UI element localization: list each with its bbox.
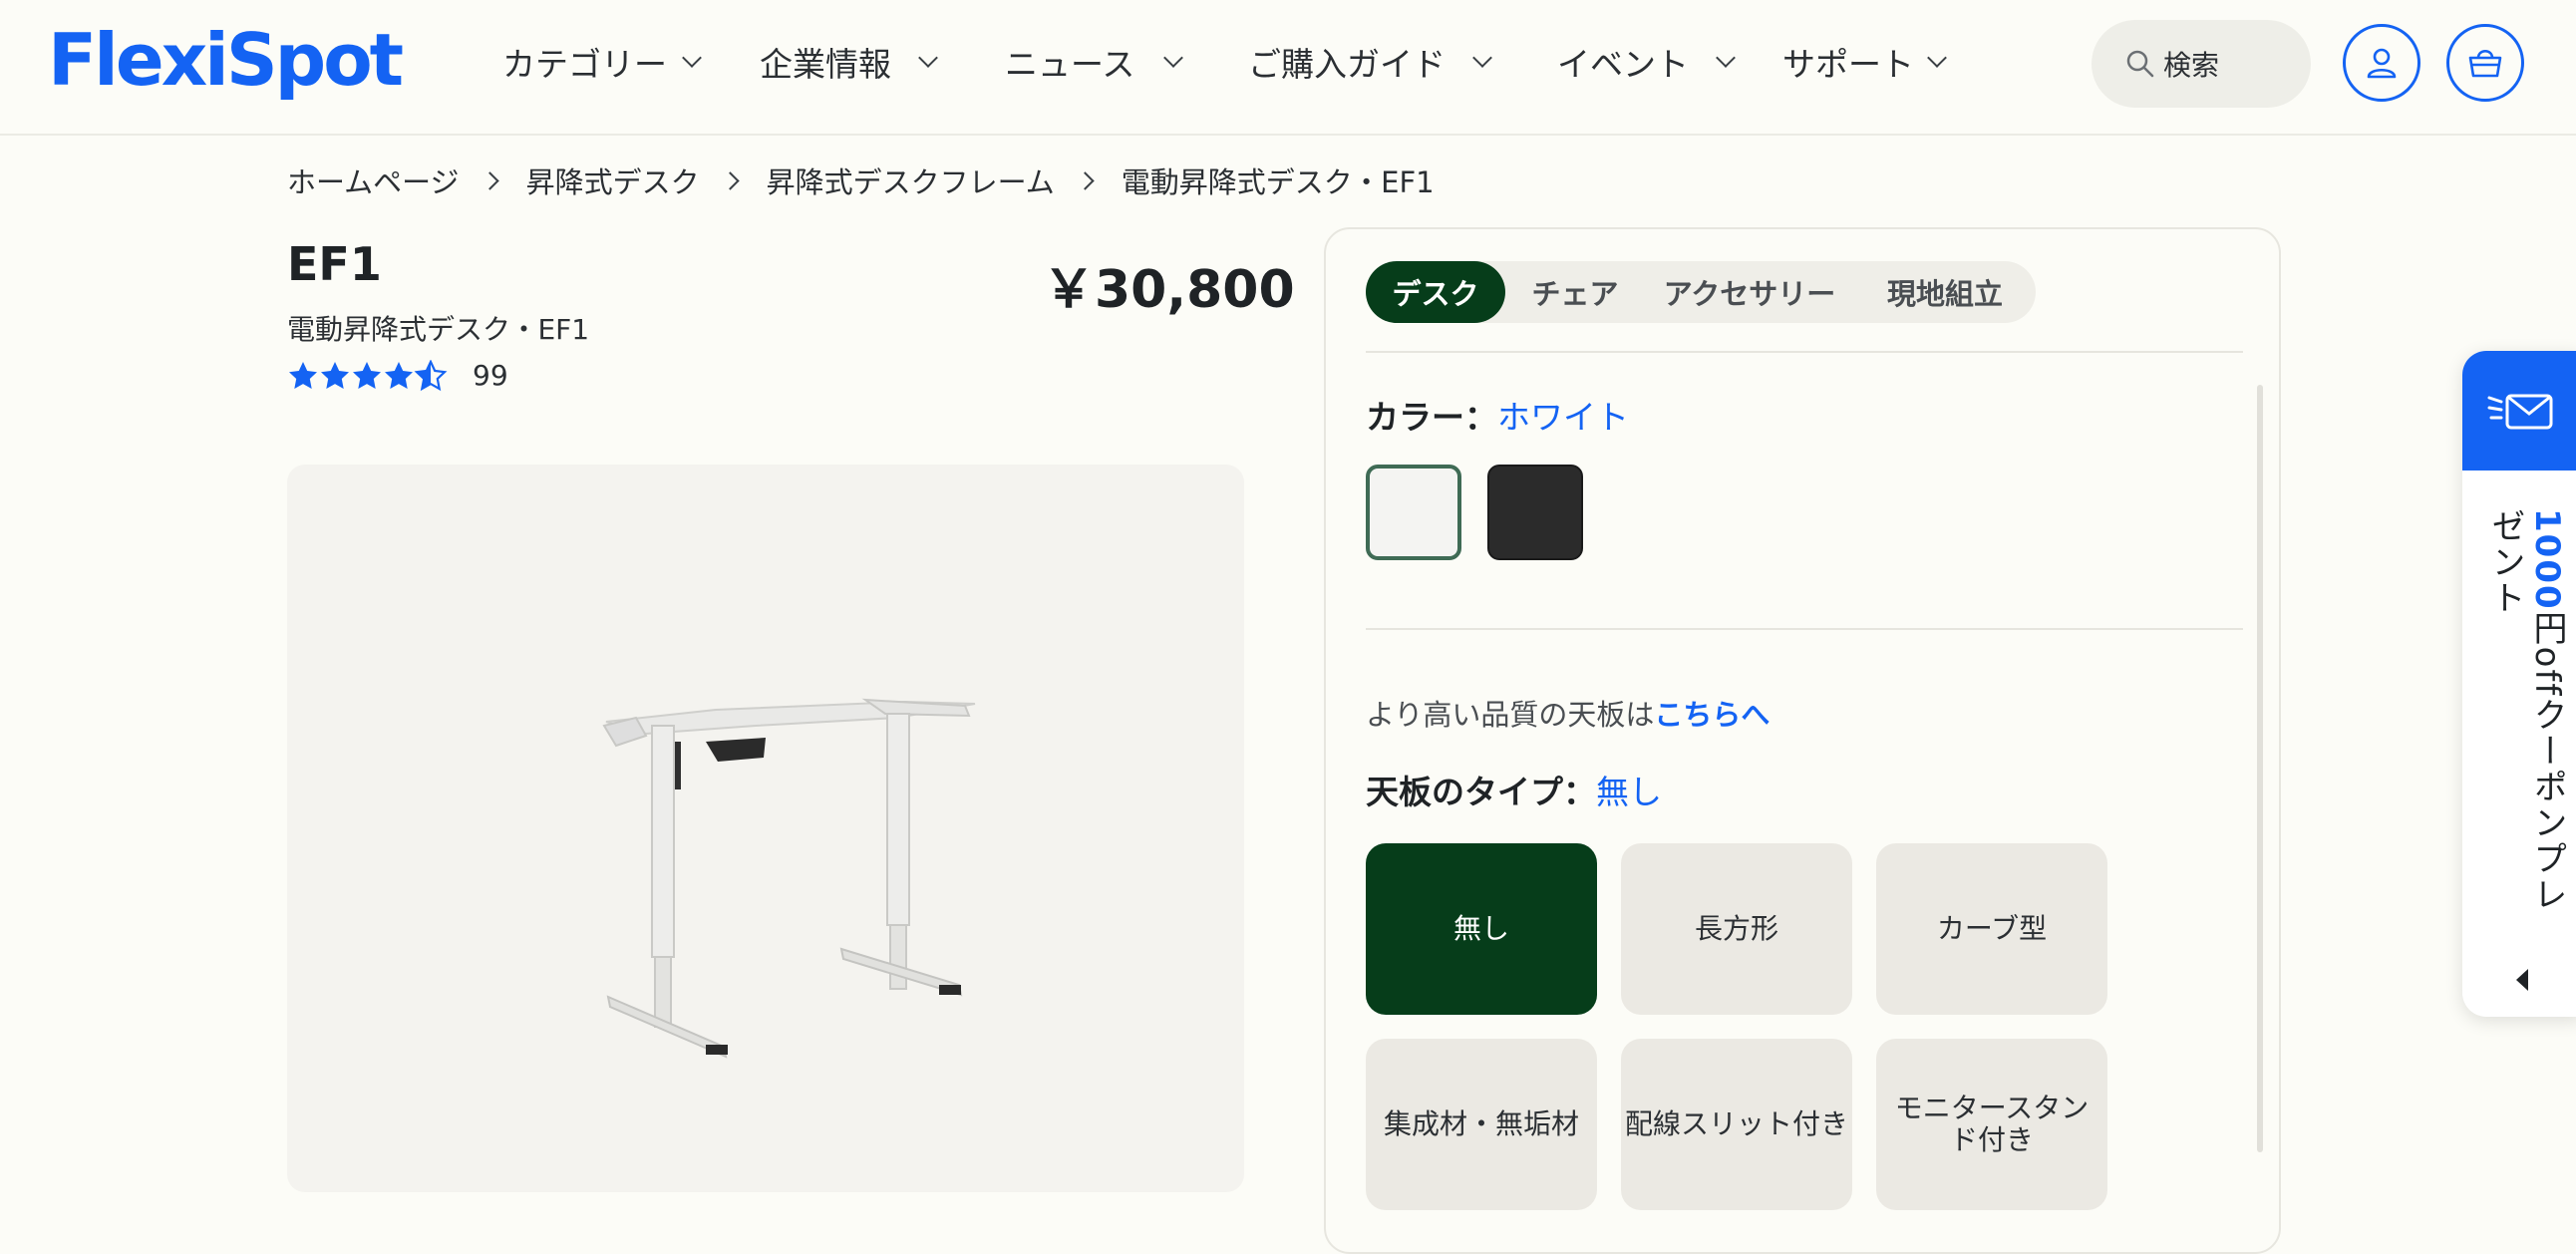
chevron-right-icon <box>1076 170 1095 190</box>
nav-item-events[interactable]: イベント <box>1557 38 1736 86</box>
breadcrumb-current: 電動昇降式デスク・EF1 <box>1121 165 1435 199</box>
chevron-down-icon <box>682 48 702 68</box>
color-label-row: カラー：ホワイト <box>1366 391 1629 439</box>
nav-item-guide[interactable]: ご購入ガイド <box>1248 38 1492 86</box>
collapse-arrow-icon[interactable] <box>2516 969 2528 991</box>
divider <box>1366 351 2243 353</box>
tab-assembly[interactable]: 現地組立 <box>1854 261 2036 323</box>
option-solid-wood[interactable]: 集成材・無垢材 <box>1366 1039 1597 1210</box>
option-rectangle[interactable]: 長方形 <box>1621 843 1852 1015</box>
logo[interactable]: FlexiSpot <box>48 18 404 102</box>
option-curved[interactable]: カーブ型 <box>1876 843 2107 1015</box>
category-tabs: デスク チェア アクセサリー 現地組立 <box>1366 261 2036 323</box>
chevron-down-icon <box>1927 48 1947 68</box>
user-icon <box>2367 48 2397 79</box>
search-placeholder: 検索 <box>2163 49 2220 82</box>
account-button[interactable] <box>2343 24 2420 102</box>
nav-label: サポート <box>1782 45 1914 84</box>
chevron-down-icon <box>1472 48 1492 68</box>
options-panel: デスク チェア アクセサリー 現地組立 カラー：ホワイト より高い品質の天板はこ… <box>1324 227 2281 1254</box>
top-type-label-row: 天板のタイプ：無し <box>1366 766 1662 813</box>
scrollbar[interactable] <box>2257 385 2263 1152</box>
tab-chair[interactable]: チェア <box>1505 261 1645 323</box>
product-price: ￥30,800 <box>1043 260 1295 320</box>
coupon-header <box>2462 351 2576 470</box>
swatch-black[interactable] <box>1487 465 1583 560</box>
desk-frame-image <box>602 698 976 1059</box>
breadcrumb-item[interactable]: ホームページ <box>287 159 460 201</box>
search-input[interactable]: 検索 <box>2092 20 2311 108</box>
coupon-text: 1000円offクーポンプレゼント <box>2484 508 2568 937</box>
breadcrumb-item[interactable]: 昇降式デスクフレーム <box>767 159 1055 201</box>
product-subtitle: 電動昇降式デスク・EF1 <box>287 313 590 346</box>
hint-text: より高い品質の天板は <box>1366 698 1655 732</box>
chevron-right-icon <box>720 170 740 190</box>
chevron-down-icon <box>918 48 938 68</box>
option-monitor-stand[interactable]: モニタースタンド付き <box>1876 1039 2107 1210</box>
hint-link[interactable]: こちらへ <box>1654 698 1770 732</box>
breadcrumb-item[interactable]: 昇降式デスク <box>526 159 700 201</box>
nav-item-support[interactable]: サポート <box>1782 38 1947 86</box>
chevron-down-icon <box>1163 48 1184 68</box>
rating[interactable]: 99 <box>287 359 508 392</box>
cart-icon <box>2468 49 2502 78</box>
product-image[interactable] <box>287 465 1244 1192</box>
color-label: カラー： <box>1366 398 1497 437</box>
option-none[interactable]: 無し <box>1366 843 1597 1015</box>
coupon-tab[interactable]: 1000円offクーポンプレゼント <box>2462 351 2576 1017</box>
coupon-amount: 1000 <box>2527 508 2567 611</box>
nav-item-news[interactable]: ニュース <box>1005 38 1184 86</box>
top-type-label: 天板のタイプ： <box>1366 773 1596 811</box>
review-count: 99 <box>473 359 508 392</box>
rating-stars-icon <box>289 360 447 390</box>
swatch-white[interactable] <box>1366 465 1461 560</box>
site-header: FlexiSpot カテゴリー 企業情報 ニュース ご購入ガイド イベント サポ… <box>0 0 2576 136</box>
chevron-right-icon <box>480 170 499 190</box>
mail-icon <box>2487 394 2553 430</box>
tab-desk[interactable]: デスク <box>1366 261 1505 323</box>
tabletop-hint: より高い品質の天板はこちらへ <box>1366 692 1770 734</box>
product-name: EF1 <box>287 237 382 291</box>
breadcrumb: ホームページ 昇降式デスク 昇降式デスクフレーム 電動昇降式デスク・EF1 <box>287 159 1435 201</box>
nav-label: 企業情報 <box>760 45 891 84</box>
nav-label: カテゴリー <box>502 45 667 84</box>
top-type-value: 無し <box>1596 773 1662 811</box>
divider <box>1366 628 2243 630</box>
nav-label: ニュース <box>1005 45 1135 84</box>
option-cable-slit[interactable]: 配線スリット付き <box>1621 1039 1852 1210</box>
chevron-down-icon <box>1716 48 1736 68</box>
cart-button[interactable] <box>2446 24 2524 102</box>
nav-item-company[interactable]: 企業情報 <box>760 38 938 86</box>
nav-label: イベント <box>1557 45 1689 84</box>
nav-label: ご購入ガイド <box>1248 45 1446 84</box>
search-icon <box>2126 50 2154 78</box>
color-value: ホワイト <box>1497 398 1629 437</box>
tab-accessory[interactable]: アクセサリー <box>1645 261 1854 323</box>
nav-item-category[interactable]: カテゴリー <box>502 38 702 86</box>
